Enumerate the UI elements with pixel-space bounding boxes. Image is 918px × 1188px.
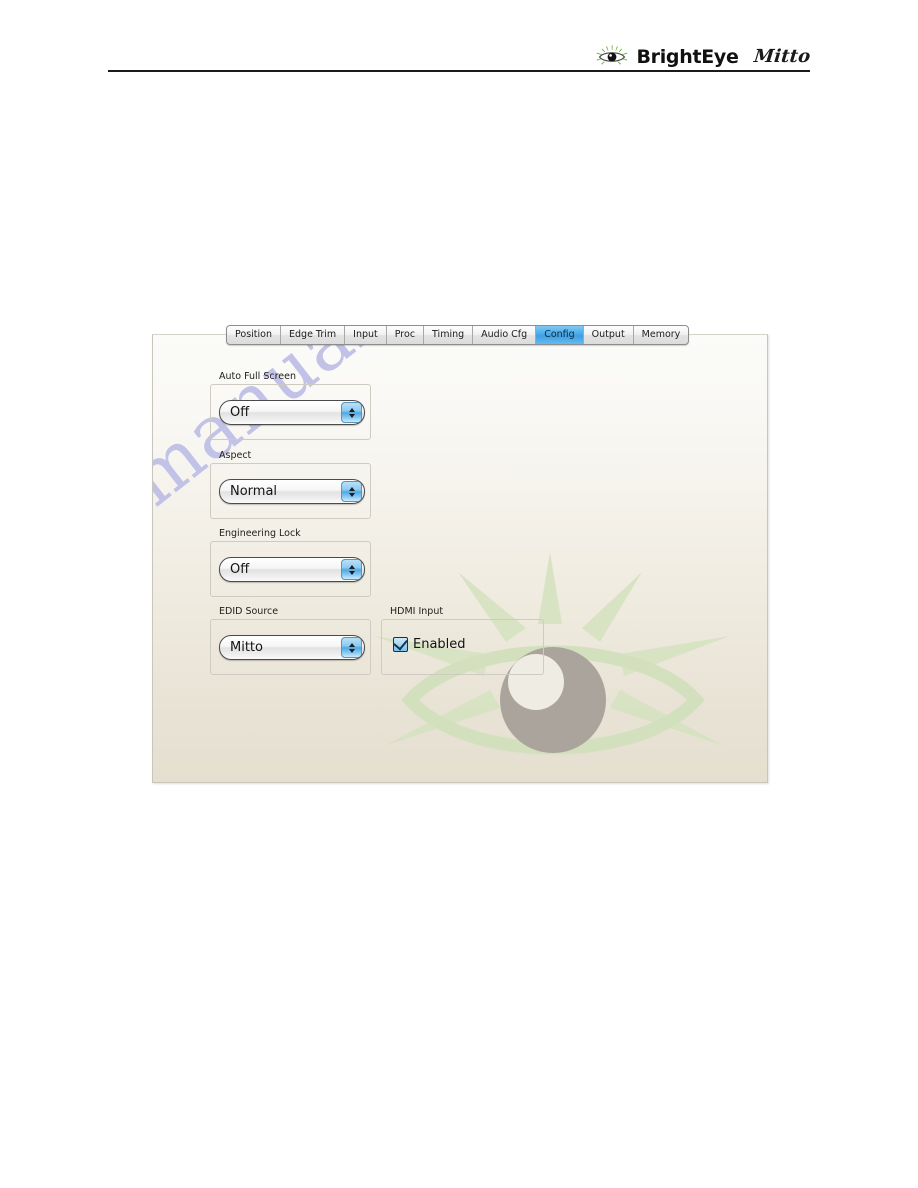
tab-input[interactable]: Input — [345, 326, 387, 344]
tab-proc[interactable]: Proc — [387, 326, 425, 344]
stepper-arrows-icon[interactable] — [341, 637, 362, 658]
brand-logo: BrightEye Mitto — [595, 44, 812, 70]
aspect-value: Normal — [230, 484, 278, 499]
check-icon — [393, 635, 408, 651]
chevron-up-icon — [348, 407, 355, 412]
edid-source-select[interactable]: Mitto — [219, 635, 365, 660]
tab-strip[interactable]: Position Edge Trim Input Proc Timing Aud… — [226, 325, 690, 345]
tab-memory[interactable]: Memory — [634, 326, 689, 344]
brand-wordmark: BrightEye — [636, 46, 739, 68]
group-label-aspect: Aspect — [219, 450, 252, 461]
group-frame-edid-source: Mitto — [210, 619, 371, 675]
group-hdmi-input: HDMI Input Enabled — [381, 606, 544, 675]
chevron-down-icon — [348, 570, 355, 575]
aspect-select[interactable]: Normal — [219, 479, 365, 504]
hdmi-input-enabled-label: Enabled — [413, 637, 466, 652]
group-frame-auto-full-screen: Off — [210, 384, 371, 440]
page-header: BrightEye Mitto — [0, 0, 918, 80]
chevron-up-icon — [348, 564, 355, 569]
chevron-up-icon — [348, 642, 355, 647]
tab-audio-cfg[interactable]: Audio Cfg — [473, 326, 537, 344]
stepper-arrows-icon[interactable] — [341, 402, 362, 423]
auto-full-screen-select[interactable]: Off — [219, 400, 365, 425]
group-aspect: Aspect Normal — [210, 450, 371, 519]
group-edid-source: EDID Source Mitto — [210, 606, 371, 675]
chevron-down-icon — [348, 413, 355, 418]
chevron-up-icon — [348, 486, 355, 491]
config-panel: manualshive.com Auto Full Screen Off Asp… — [152, 334, 768, 783]
group-frame-hdmi-input: Enabled — [381, 619, 544, 675]
chevron-down-icon — [348, 492, 355, 497]
chevron-down-icon — [348, 648, 355, 653]
tab-position[interactable]: Position — [227, 326, 281, 344]
hdmi-input-enabled-checkbox[interactable]: Enabled — [393, 635, 466, 652]
group-frame-engineering-lock: Off — [210, 541, 371, 597]
group-label-auto-full-screen: Auto Full Screen — [219, 371, 297, 382]
tab-config[interactable]: Config — [536, 326, 584, 344]
group-engineering-lock: Engineering Lock Off — [210, 528, 371, 597]
group-auto-full-screen: Auto Full Screen Off — [210, 371, 371, 440]
checkbox-checked-icon[interactable] — [393, 635, 408, 652]
tab-edge-trim[interactable]: Edge Trim — [281, 326, 346, 344]
header-divider — [108, 70, 810, 72]
tab-output[interactable]: Output — [584, 326, 634, 344]
group-label-hdmi-input: HDMI Input — [390, 606, 444, 617]
engineering-lock-value: Off — [230, 562, 250, 577]
group-frame-aspect: Normal — [210, 463, 371, 519]
engineering-lock-select[interactable]: Off — [219, 557, 365, 582]
brighteye-sun-eye-icon — [595, 45, 629, 69]
brand-model-name: Mitto — [752, 46, 812, 67]
tab-timing[interactable]: Timing — [424, 326, 474, 344]
auto-full-screen-value: Off — [230, 405, 250, 420]
edid-source-value: Mitto — [230, 640, 263, 655]
stepper-arrows-icon[interactable] — [341, 559, 362, 580]
group-label-edid-source: EDID Source — [219, 606, 279, 617]
stepper-arrows-icon[interactable] — [341, 481, 362, 502]
group-label-engineering-lock: Engineering Lock — [219, 528, 301, 539]
